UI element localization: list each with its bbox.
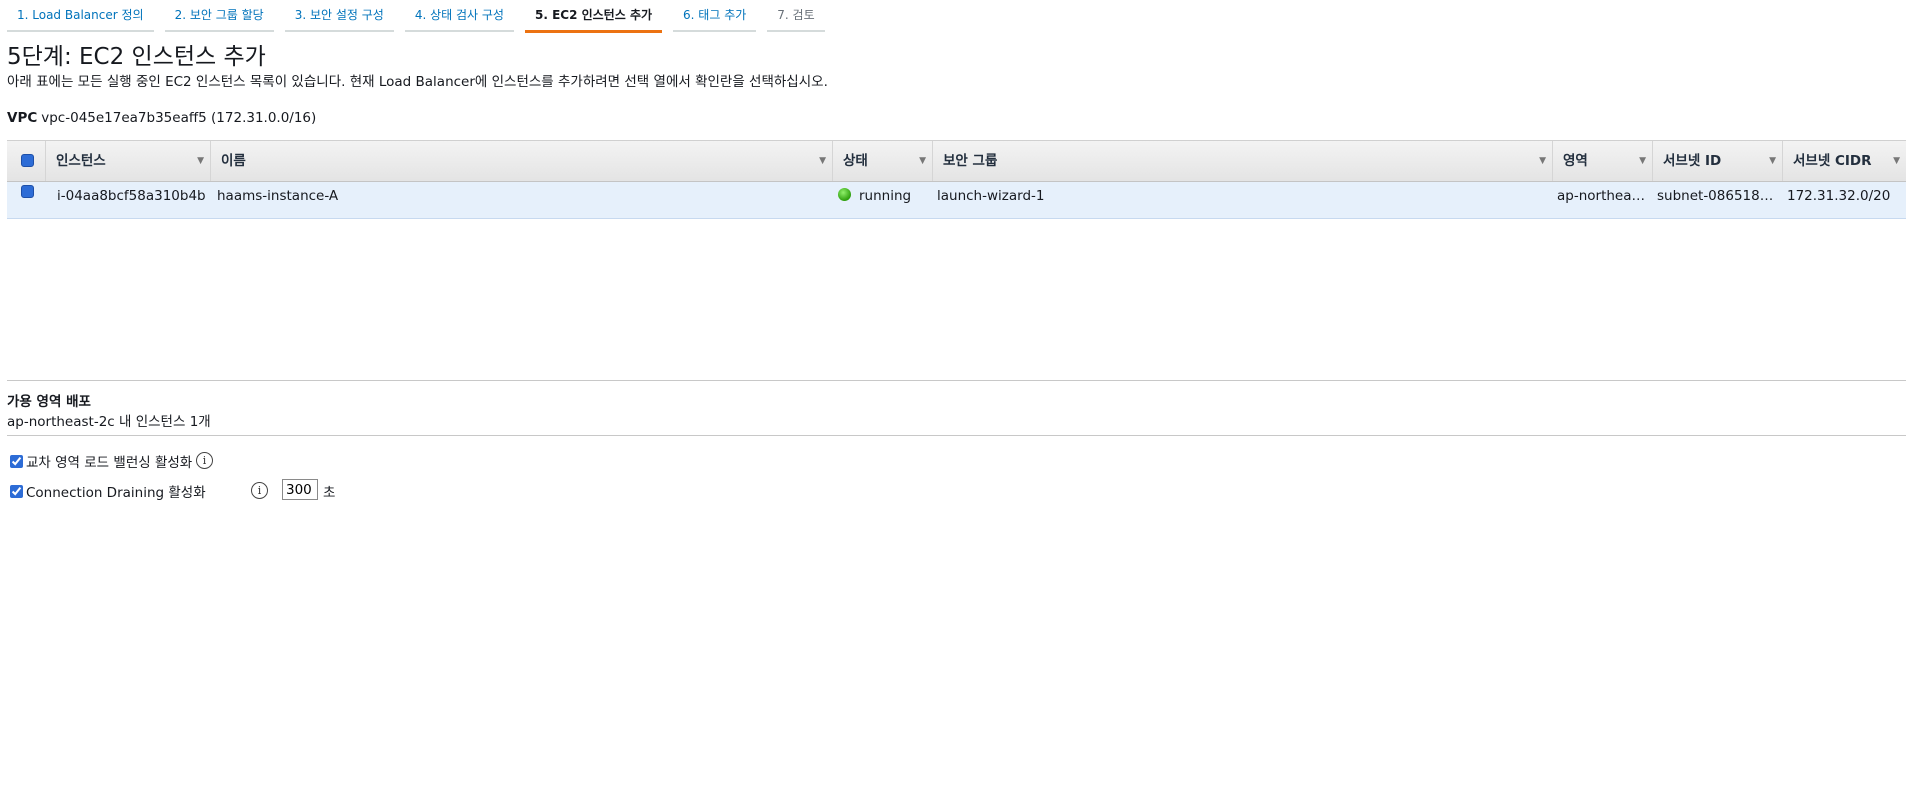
cell-subnet-cidr: 172.31.32.0/20 (1787, 188, 1891, 204)
instances-table: 인스턴스 ▼ 이름 ▼ 상태 ▼ 보안 그룹 ▼ 영역 ▼ 서브넷 ID ▼ 서브넷 CID… (7, 140, 1906, 219)
tab-review[interactable]: 7. 검토 (767, 0, 825, 32)
column-header-security-group[interactable]: 보안 그룹 ▼ (932, 141, 1552, 181)
cell-subnet-id: subnet-0865182… (1657, 188, 1777, 204)
cell-name: haams-instance-A (217, 188, 339, 204)
sort-down-icon: ▼ (1893, 156, 1900, 166)
cell-state: running (838, 182, 928, 218)
vpc-info: VPC vpc-045e17ea7b35eaff5 (172.31.0.0/16) (7, 108, 316, 128)
column-header-label: 영역 (1563, 153, 1588, 169)
cell-zone: ap-northea… (1557, 188, 1646, 204)
column-header-subnet-cidr[interactable]: 서브넷 CIDR ▼ (1782, 141, 1906, 181)
page-description: 아래 표에는 모든 실행 중인 EC2 인스턴스 목록이 있습니다. 현재 Lo… (7, 74, 828, 90)
cross-zone-label: 교차 영역 로드 밸런싱 활성화 (26, 455, 193, 471)
divider (7, 380, 1906, 381)
connection-draining-option[interactable]: Connection Draining 활성화 (10, 481, 206, 501)
cell-state-text: running (859, 188, 912, 204)
column-header-label: 서브넷 ID (1663, 153, 1722, 169)
select-all-checkbox[interactable] (21, 154, 34, 167)
info-icon[interactable]: i (196, 452, 213, 469)
sort-down-icon: ▼ (919, 156, 926, 166)
column-header-instance[interactable]: 인스턴스 ▼ (45, 141, 210, 181)
cross-zone-option[interactable]: 교차 영역 로드 밸런싱 활성화 (10, 451, 192, 471)
divider (7, 435, 1906, 436)
column-header-zone[interactable]: 영역 ▼ (1552, 141, 1652, 181)
connection-draining-checkbox[interactable] (10, 484, 23, 498)
wizard-tabs: 1. Load Balancer 정의 2. 보안 그룹 할당 3. 보안 설정… (7, 0, 836, 33)
column-header-label: 서브넷 CIDR (1793, 153, 1872, 169)
cell-instance-id: i-04aa8bcf58a310b4b (57, 188, 206, 204)
cell-security-group: launch-wizard-1 (937, 188, 1045, 204)
draining-timeout-input[interactable] (282, 479, 318, 500)
info-icon[interactable]: i (251, 482, 268, 499)
column-header-state[interactable]: 상태 ▼ (832, 141, 932, 181)
column-header-name[interactable]: 이름 ▼ (210, 141, 832, 181)
availability-zone-title: 가용 영역 배포 (7, 394, 91, 410)
sort-down-icon: ▼ (197, 156, 204, 166)
vpc-label: VPC (7, 110, 38, 126)
tab-add-ec2-instances[interactable]: 5. EC2 인스턴스 추가 (524, 0, 663, 33)
timeout-unit-label: 초 (323, 485, 336, 501)
sort-down-icon: ▼ (819, 156, 826, 166)
table-header: 인스턴스 ▼ 이름 ▼ 상태 ▼ 보안 그룹 ▼ 영역 ▼ 서브넷 ID ▼ 서브넷 CID… (7, 140, 1906, 182)
page-title: 5단계: EC2 인스턴스 추가 (7, 44, 266, 70)
connection-draining-label: Connection Draining 활성화 (26, 485, 206, 501)
tab-configure-security-settings[interactable]: 3. 보안 설정 구성 (284, 0, 394, 32)
tab-define-load-balancer[interactable]: 1. Load Balancer 정의 (7, 0, 154, 32)
green-dot-icon (838, 188, 851, 201)
availability-zone-distribution: ap-northeast-2c 내 인스턴스 1개 (7, 414, 211, 430)
column-header-label: 이름 (221, 153, 246, 169)
table-row[interactable]: i-04aa8bcf58a310b4b haams-instance-A run… (7, 182, 1906, 219)
tab-configure-health-check[interactable]: 4. 상태 검사 구성 (404, 0, 514, 32)
tab-add-tags[interactable]: 6. 태그 추가 (673, 0, 757, 32)
sort-down-icon: ▼ (1539, 156, 1546, 166)
column-header-label: 인스턴스 (56, 153, 106, 169)
cross-zone-checkbox[interactable] (10, 454, 23, 468)
row-select-checkbox[interactable] (21, 185, 34, 198)
tab-assign-security-groups[interactable]: 2. 보안 그룹 할당 (164, 0, 274, 32)
vpc-value: vpc-045e17ea7b35eaff5 (172.31.0.0/16) (41, 110, 317, 126)
sort-down-icon: ▼ (1639, 156, 1646, 166)
column-header-label: 보안 그룹 (943, 153, 998, 169)
sort-down-icon: ▼ (1769, 156, 1776, 166)
column-header-label: 상태 (843, 153, 868, 169)
column-header-subnet-id[interactable]: 서브넷 ID ▼ (1652, 141, 1782, 181)
